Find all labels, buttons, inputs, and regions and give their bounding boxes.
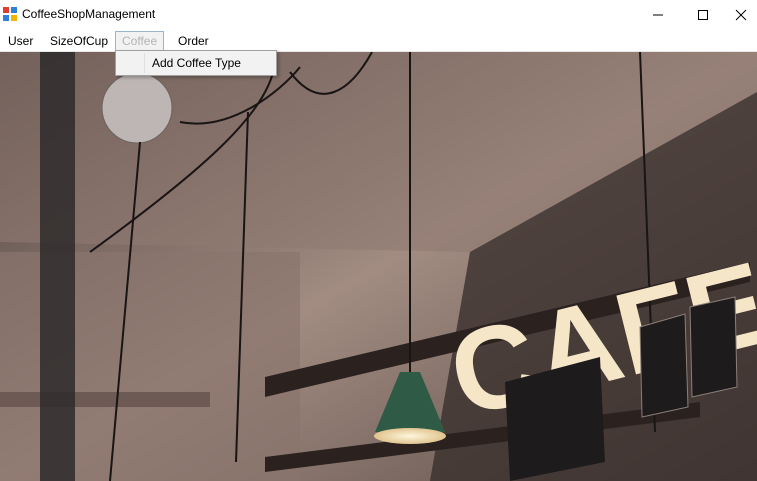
menu-bar: User SizeOfCup Coffee Order: [0, 29, 757, 52]
menu-coffee[interactable]: Coffee: [115, 31, 165, 51]
menu-sizeofcup[interactable]: SizeOfCup: [44, 32, 114, 50]
coffee-dropdown-menu: Add Coffee Type: [115, 50, 277, 76]
minimize-icon: [653, 14, 663, 15]
window-title: CoffeeShopManagement: [22, 7, 156, 21]
maximize-button[interactable]: [680, 0, 726, 29]
close-icon: [735, 9, 747, 20]
menu-item-add-coffee-type[interactable]: Add Coffee Type: [118, 53, 274, 73]
close-button[interactable]: [725, 0, 757, 29]
menu-order[interactable]: Order: [172, 32, 215, 50]
background-image: CAFE: [0, 52, 757, 481]
maximize-icon: [698, 9, 708, 20]
dropdown-gutter: [120, 53, 145, 73]
menu-user[interactable]: User: [2, 32, 39, 50]
title-bar: CoffeeShopManagement: [0, 0, 757, 29]
cafe-photo: CAFE: [0, 52, 757, 481]
minimize-button[interactable]: [635, 0, 681, 29]
add-coffee-type-label: Add Coffee Type: [152, 56, 241, 70]
app-icon: [3, 7, 17, 21]
